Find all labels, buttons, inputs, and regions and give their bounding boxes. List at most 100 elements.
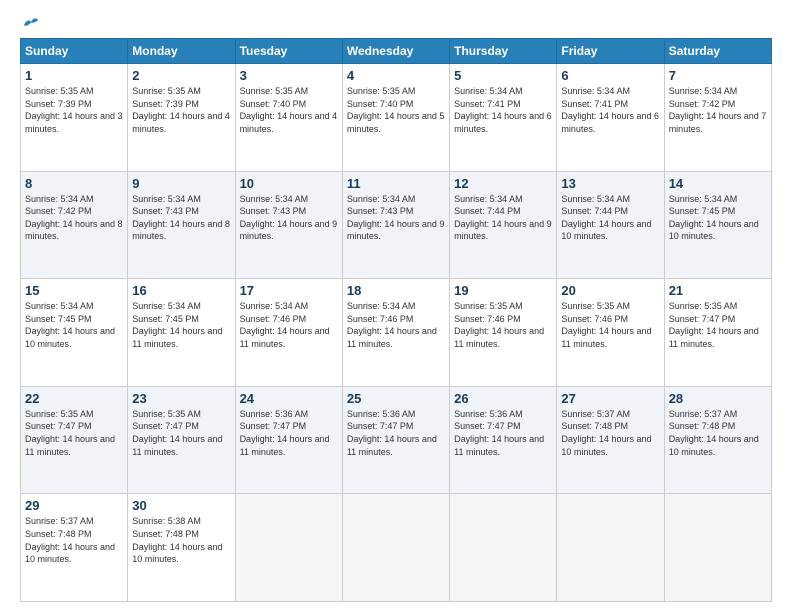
- day-number: 18: [347, 283, 445, 298]
- day-number: 23: [132, 391, 230, 406]
- calendar-cell: 23 Sunrise: 5:35 AM Sunset: 7:47 PM Dayl…: [128, 386, 235, 494]
- calendar-cell: 1 Sunrise: 5:35 AM Sunset: 7:39 PM Dayli…: [21, 64, 128, 172]
- day-detail: Sunrise: 5:35 AM Sunset: 7:46 PM Dayligh…: [561, 300, 659, 350]
- calendar-cell: 15 Sunrise: 5:34 AM Sunset: 7:45 PM Dayl…: [21, 279, 128, 387]
- day-detail: Sunrise: 5:34 AM Sunset: 7:45 PM Dayligh…: [132, 300, 230, 350]
- day-number: 12: [454, 176, 552, 191]
- day-detail: Sunrise: 5:35 AM Sunset: 7:39 PM Dayligh…: [132, 85, 230, 135]
- day-detail: Sunrise: 5:34 AM Sunset: 7:42 PM Dayligh…: [669, 85, 767, 135]
- day-number: 26: [454, 391, 552, 406]
- calendar-header-tuesday: Tuesday: [235, 39, 342, 64]
- day-number: 16: [132, 283, 230, 298]
- calendar-cell: [342, 494, 449, 602]
- calendar-header-thursday: Thursday: [450, 39, 557, 64]
- calendar-cell: 30 Sunrise: 5:38 AM Sunset: 7:48 PM Dayl…: [128, 494, 235, 602]
- calendar-cell: 26 Sunrise: 5:36 AM Sunset: 7:47 PM Dayl…: [450, 386, 557, 494]
- calendar-cell: 9 Sunrise: 5:34 AM Sunset: 7:43 PM Dayli…: [128, 171, 235, 279]
- calendar-table: SundayMondayTuesdayWednesdayThursdayFrid…: [20, 38, 772, 602]
- day-number: 5: [454, 68, 552, 83]
- calendar-cell: 18 Sunrise: 5:34 AM Sunset: 7:46 PM Dayl…: [342, 279, 449, 387]
- day-number: 10: [240, 176, 338, 191]
- calendar-header-saturday: Saturday: [664, 39, 771, 64]
- day-detail: Sunrise: 5:36 AM Sunset: 7:47 PM Dayligh…: [454, 408, 552, 458]
- day-number: 2: [132, 68, 230, 83]
- calendar-cell: 13 Sunrise: 5:34 AM Sunset: 7:44 PM Dayl…: [557, 171, 664, 279]
- day-number: 9: [132, 176, 230, 191]
- day-detail: Sunrise: 5:34 AM Sunset: 7:43 PM Dayligh…: [132, 193, 230, 243]
- calendar-cell: [557, 494, 664, 602]
- day-detail: Sunrise: 5:35 AM Sunset: 7:47 PM Dayligh…: [669, 300, 767, 350]
- day-number: 15: [25, 283, 123, 298]
- day-number: 1: [25, 68, 123, 83]
- day-detail: Sunrise: 5:38 AM Sunset: 7:48 PM Dayligh…: [132, 515, 230, 565]
- day-detail: Sunrise: 5:34 AM Sunset: 7:46 PM Dayligh…: [240, 300, 338, 350]
- day-detail: Sunrise: 5:34 AM Sunset: 7:43 PM Dayligh…: [240, 193, 338, 243]
- calendar-week-2: 8 Sunrise: 5:34 AM Sunset: 7:42 PM Dayli…: [21, 171, 772, 279]
- calendar-cell: 2 Sunrise: 5:35 AM Sunset: 7:39 PM Dayli…: [128, 64, 235, 172]
- page: SundayMondayTuesdayWednesdayThursdayFrid…: [0, 0, 792, 612]
- day-detail: Sunrise: 5:37 AM Sunset: 7:48 PM Dayligh…: [561, 408, 659, 458]
- calendar-header-wednesday: Wednesday: [342, 39, 449, 64]
- calendar-cell: [235, 494, 342, 602]
- day-number: 19: [454, 283, 552, 298]
- day-detail: Sunrise: 5:34 AM Sunset: 7:45 PM Dayligh…: [669, 193, 767, 243]
- day-number: 6: [561, 68, 659, 83]
- day-detail: Sunrise: 5:34 AM Sunset: 7:44 PM Dayligh…: [561, 193, 659, 243]
- calendar-cell: 28 Sunrise: 5:37 AM Sunset: 7:48 PM Dayl…: [664, 386, 771, 494]
- day-detail: Sunrise: 5:35 AM Sunset: 7:47 PM Dayligh…: [132, 408, 230, 458]
- calendar-cell: 6 Sunrise: 5:34 AM Sunset: 7:41 PM Dayli…: [557, 64, 664, 172]
- day-detail: Sunrise: 5:37 AM Sunset: 7:48 PM Dayligh…: [669, 408, 767, 458]
- calendar-cell: 12 Sunrise: 5:34 AM Sunset: 7:44 PM Dayl…: [450, 171, 557, 279]
- calendar-cell: 16 Sunrise: 5:34 AM Sunset: 7:45 PM Dayl…: [128, 279, 235, 387]
- calendar-cell: [664, 494, 771, 602]
- day-number: 20: [561, 283, 659, 298]
- logo: [20, 16, 40, 30]
- day-detail: Sunrise: 5:34 AM Sunset: 7:45 PM Dayligh…: [25, 300, 123, 350]
- day-detail: Sunrise: 5:37 AM Sunset: 7:48 PM Dayligh…: [25, 515, 123, 565]
- calendar-cell: 25 Sunrise: 5:36 AM Sunset: 7:47 PM Dayl…: [342, 386, 449, 494]
- day-detail: Sunrise: 5:34 AM Sunset: 7:41 PM Dayligh…: [454, 85, 552, 135]
- calendar-cell: [450, 494, 557, 602]
- calendar-week-4: 22 Sunrise: 5:35 AM Sunset: 7:47 PM Dayl…: [21, 386, 772, 494]
- calendar-cell: 11 Sunrise: 5:34 AM Sunset: 7:43 PM Dayl…: [342, 171, 449, 279]
- day-number: 7: [669, 68, 767, 83]
- calendar-week-1: 1 Sunrise: 5:35 AM Sunset: 7:39 PM Dayli…: [21, 64, 772, 172]
- day-detail: Sunrise: 5:35 AM Sunset: 7:47 PM Dayligh…: [25, 408, 123, 458]
- day-detail: Sunrise: 5:34 AM Sunset: 7:42 PM Dayligh…: [25, 193, 123, 243]
- header: [20, 16, 772, 30]
- calendar-cell: 17 Sunrise: 5:34 AM Sunset: 7:46 PM Dayl…: [235, 279, 342, 387]
- calendar-header-monday: Monday: [128, 39, 235, 64]
- calendar-cell: 3 Sunrise: 5:35 AM Sunset: 7:40 PM Dayli…: [235, 64, 342, 172]
- calendar-cell: 22 Sunrise: 5:35 AM Sunset: 7:47 PM Dayl…: [21, 386, 128, 494]
- day-number: 30: [132, 498, 230, 513]
- day-number: 14: [669, 176, 767, 191]
- day-number: 8: [25, 176, 123, 191]
- calendar-header-row: SundayMondayTuesdayWednesdayThursdayFrid…: [21, 39, 772, 64]
- calendar-cell: 10 Sunrise: 5:34 AM Sunset: 7:43 PM Dayl…: [235, 171, 342, 279]
- day-detail: Sunrise: 5:36 AM Sunset: 7:47 PM Dayligh…: [240, 408, 338, 458]
- calendar-cell: 21 Sunrise: 5:35 AM Sunset: 7:47 PM Dayl…: [664, 279, 771, 387]
- calendar-cell: 4 Sunrise: 5:35 AM Sunset: 7:40 PM Dayli…: [342, 64, 449, 172]
- calendar-cell: 20 Sunrise: 5:35 AM Sunset: 7:46 PM Dayl…: [557, 279, 664, 387]
- day-number: 11: [347, 176, 445, 191]
- day-detail: Sunrise: 5:35 AM Sunset: 7:46 PM Dayligh…: [454, 300, 552, 350]
- calendar-cell: 29 Sunrise: 5:37 AM Sunset: 7:48 PM Dayl…: [21, 494, 128, 602]
- day-number: 21: [669, 283, 767, 298]
- day-detail: Sunrise: 5:34 AM Sunset: 7:44 PM Dayligh…: [454, 193, 552, 243]
- day-number: 13: [561, 176, 659, 191]
- day-number: 29: [25, 498, 123, 513]
- day-detail: Sunrise: 5:34 AM Sunset: 7:41 PM Dayligh…: [561, 85, 659, 135]
- calendar-header-friday: Friday: [557, 39, 664, 64]
- calendar-cell: 14 Sunrise: 5:34 AM Sunset: 7:45 PM Dayl…: [664, 171, 771, 279]
- calendar-cell: 5 Sunrise: 5:34 AM Sunset: 7:41 PM Dayli…: [450, 64, 557, 172]
- day-detail: Sunrise: 5:35 AM Sunset: 7:40 PM Dayligh…: [240, 85, 338, 135]
- calendar-cell: 8 Sunrise: 5:34 AM Sunset: 7:42 PM Dayli…: [21, 171, 128, 279]
- calendar-cell: 7 Sunrise: 5:34 AM Sunset: 7:42 PM Dayli…: [664, 64, 771, 172]
- day-number: 3: [240, 68, 338, 83]
- day-number: 22: [25, 391, 123, 406]
- day-detail: Sunrise: 5:34 AM Sunset: 7:43 PM Dayligh…: [347, 193, 445, 243]
- calendar-cell: 27 Sunrise: 5:37 AM Sunset: 7:48 PM Dayl…: [557, 386, 664, 494]
- day-detail: Sunrise: 5:35 AM Sunset: 7:40 PM Dayligh…: [347, 85, 445, 135]
- logo-bird-icon: [22, 16, 40, 30]
- day-detail: Sunrise: 5:35 AM Sunset: 7:39 PM Dayligh…: [25, 85, 123, 135]
